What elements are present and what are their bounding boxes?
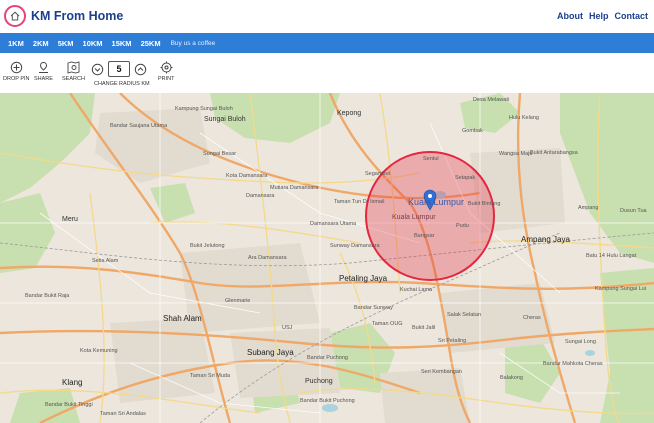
place-label: Bandar Bukit Raja: [25, 293, 70, 299]
place-label: Klang: [62, 378, 83, 387]
place-label: Desa Melawati: [473, 97, 510, 103]
place-label: Puchong: [305, 378, 333, 385]
place-label: Kota Kemuning: [80, 348, 118, 354]
place-label: Batu 14 Hulu Langat: [586, 253, 637, 259]
nav-about[interactable]: About: [557, 11, 583, 21]
increase-radius-icon[interactable]: [134, 63, 147, 76]
place-label: Subang Jaya: [247, 348, 294, 357]
search-button[interactable]: SEARCH: [62, 61, 85, 82]
place-label: Ara Damansara: [248, 255, 287, 261]
radius-control: 5: [91, 61, 147, 77]
place-label: Meru: [62, 216, 78, 223]
place-label: Kota Damansara: [226, 173, 268, 179]
radius-value-field[interactable]: 5: [108, 61, 130, 77]
decrease-radius-icon[interactable]: [91, 63, 104, 76]
drop-pin-icon: [10, 61, 22, 74]
radius-bar: 1KM 2KM 5KM 10KM 15KM 25KM Buy us a coff…: [0, 33, 654, 53]
place-label: Setapak: [455, 175, 476, 181]
place-label: Sunway Damansara: [330, 243, 380, 249]
place-label: Seri Kembangan: [421, 369, 462, 375]
drop-pin-label: DROP PIN: [3, 76, 30, 82]
place-label: Damansara Utama: [310, 221, 357, 227]
place-label: Dusun Tua: [620, 208, 647, 214]
radius-option-5km[interactable]: 5KM: [58, 39, 74, 48]
place-label: Salak Selatan: [447, 312, 481, 318]
radius-option-15km[interactable]: 15KM: [112, 39, 132, 48]
radius-option-10km[interactable]: 10KM: [83, 39, 103, 48]
place-label: Setia Alam: [92, 258, 119, 264]
place-label: Gombak: [462, 128, 483, 134]
place-label: Bukit Jelutong: [190, 243, 225, 249]
home-logo[interactable]: [4, 5, 26, 27]
share-label: SHARE: [34, 76, 53, 82]
place-label: Cheras: [523, 315, 541, 321]
place-label: Pudu: [456, 223, 469, 229]
header: KM From Home About Help Contact: [0, 0, 654, 33]
top-nav: About Help Contact: [557, 11, 648, 21]
place-label: Damansara: [246, 193, 275, 199]
place-label: Bangsar: [414, 233, 435, 239]
place-label: Bandar Bukit Puchong: [300, 398, 355, 404]
place-label: Petaling Jaya: [339, 274, 388, 283]
place-label: Sungai Long: [565, 339, 596, 345]
place-label: Bukit Antarabangsa: [530, 150, 578, 156]
place-label: Sentul: [423, 156, 439, 162]
map-search-icon: [67, 61, 80, 74]
print-button[interactable]: PRINT: [158, 61, 175, 82]
place-label: Kepong: [337, 110, 362, 117]
nav-help[interactable]: Help: [589, 11, 609, 21]
place-label: Taman Sri Muda: [190, 373, 231, 379]
place-label: Bandar Sunway: [354, 305, 393, 311]
place-label: Balakong: [500, 375, 523, 381]
place-label: Ampang Jaya: [521, 235, 570, 244]
home-icon: [10, 11, 20, 21]
place-label: Kampung Sungai Lui: [595, 286, 647, 292]
change-radius-label: CHANGE RADIUS KM: [94, 81, 150, 87]
place-label: Sri Petaling: [438, 338, 467, 344]
radius-option-2km[interactable]: 2KM: [33, 39, 49, 48]
place-label: Mutiara Damansara: [270, 185, 319, 191]
place-label: Bandar Bukit Tinggi: [45, 402, 93, 408]
nav-contact[interactable]: Contact: [615, 11, 649, 21]
drop-pin-button[interactable]: DROP PIN: [3, 61, 30, 82]
place-label-kuala-lumpur: Kuala Lumpur: [408, 197, 465, 207]
place-label: Shah Alam: [163, 314, 202, 323]
place-label: Bandar Mahkota Cheras: [543, 361, 603, 367]
place-label: Taman OUG: [372, 321, 403, 327]
place-label: Sungai Buloh: [204, 116, 246, 123]
map[interactable]: Kepong Sungai Buloh Sungai Besar Kota Da…: [0, 93, 654, 423]
place-label: Wangsa Maju: [499, 151, 533, 157]
place-label: Kuchai Lama: [400, 287, 433, 293]
place-label: Bukit Bintang: [468, 201, 501, 207]
print-label: PRINT: [158, 76, 175, 82]
place-label: Kuala Lumpur: [392, 214, 436, 221]
share-icon: [38, 61, 48, 73]
buy-coffee-link[interactable]: Buy us a coffee: [171, 40, 216, 47]
search-label: SEARCH: [62, 76, 85, 82]
place-label: Bukit Jalil: [412, 325, 436, 331]
radius-option-25km[interactable]: 25KM: [141, 39, 161, 48]
place-label: Bandar Saujana Utama: [110, 123, 168, 129]
toolbar: DROP PIN SHARE SEARCH 5 CHANGE RADIUS KM: [0, 53, 654, 93]
place-label: Glenmarie: [225, 298, 251, 304]
place-label: Ampang: [578, 205, 599, 211]
brand-title[interactable]: KM From Home: [31, 9, 123, 23]
place-label: Kampung Sungai Buloh: [175, 106, 233, 112]
crosshair-icon: [160, 61, 173, 74]
place-label: Taman Tun Dr Ismail: [334, 199, 385, 205]
radius-option-1km[interactable]: 1KM: [8, 39, 24, 48]
place-label: USJ: [282, 325, 293, 331]
place-label: Sungai Besar: [203, 151, 237, 157]
place-label: Taman Sri Andalas: [100, 411, 146, 417]
place-label: Hulu Kelang: [509, 115, 539, 121]
share-button[interactable]: SHARE: [34, 61, 53, 82]
place-label: Bandar Puchong: [307, 355, 348, 361]
place-label: Segambut: [365, 171, 391, 177]
